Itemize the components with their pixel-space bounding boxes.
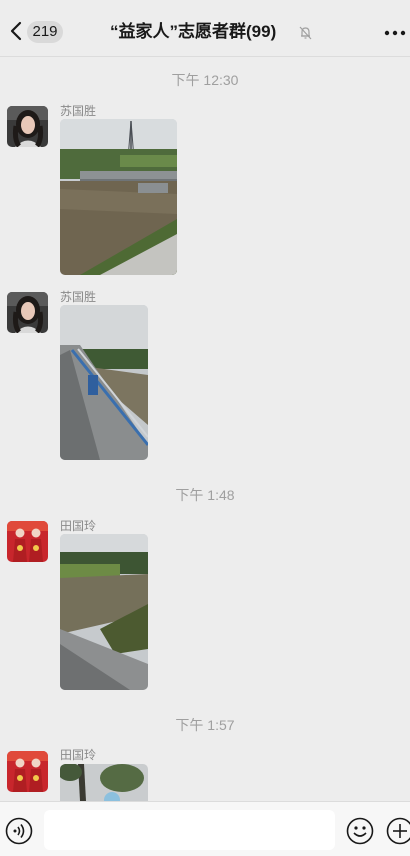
chat-image-trees[interactable] — [60, 764, 148, 801]
plus-icon[interactable] — [386, 817, 410, 845]
sender-avatar[interactable] — [7, 106, 48, 147]
sender-name: 苏国胜 — [60, 288, 96, 305]
unread-count-badge[interactable]: 219 — [27, 21, 63, 43]
chat-image-riverbank[interactable] — [60, 534, 148, 690]
message-timestamp: 下午 1:57 — [0, 715, 410, 735]
sender-avatar[interactable] — [7, 751, 48, 792]
message-input[interactable] — [44, 810, 335, 850]
sender-avatar[interactable] — [7, 292, 48, 333]
chat-header: 219 “益家人”志愿者群(99) — [0, 0, 410, 57]
emoji-icon[interactable] — [346, 817, 374, 845]
chat-image-bridge-river[interactable] — [60, 119, 177, 275]
bell-muted-icon — [298, 25, 313, 40]
chevron-left-icon[interactable] — [8, 20, 24, 42]
chat-input-bar — [0, 801, 410, 856]
message-timestamp: 下午 1:48 — [0, 485, 410, 505]
sender-name: 田国玲 — [60, 517, 96, 534]
sender-name: 田国玲 — [60, 746, 96, 763]
message-timestamp: 下午 12:30 — [0, 70, 410, 90]
sender-name: 苏国胜 — [60, 102, 96, 119]
chat-image-railing-river[interactable] — [60, 305, 148, 460]
voice-icon[interactable] — [5, 817, 33, 845]
sender-avatar[interactable] — [7, 521, 48, 562]
more-dots-icon[interactable] — [383, 25, 407, 41]
chat-title: “益家人”志愿者群(99) — [110, 19, 276, 45]
